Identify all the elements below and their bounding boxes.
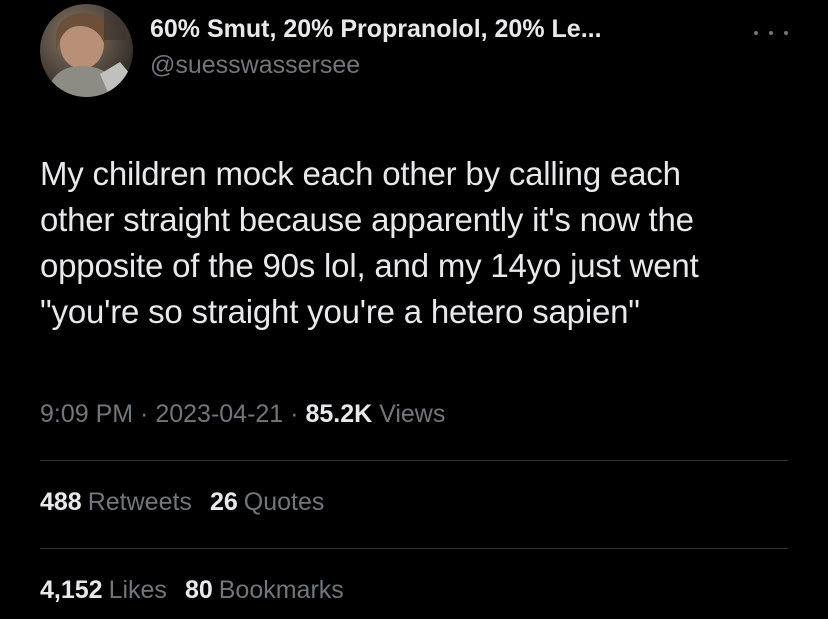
retweets-count: 488 [40,488,82,516]
tweet-text: My children mock each other by calling e… [40,155,699,330]
dot [769,31,773,35]
views-count: 85.2K [305,400,373,428]
meta-separator: · [283,400,306,428]
quotes-stat[interactable]: 26 Quotes [210,484,324,520]
author-handle[interactable]: @suesswassersee [150,48,740,82]
avatar-image [46,10,130,97]
quotes-count: 26 [209,488,238,516]
retweets-label: Retweets [87,488,192,516]
likes-count: 4,152 [40,576,103,604]
avatar[interactable] [40,4,133,97]
author-display-name[interactable]: 60% Smut, 20% Propranolol, 20% Le... [150,12,740,46]
tweet-author: 60% Smut, 20% Propranolol, 20% Le... @su… [150,12,740,82]
divider [40,548,788,549]
bookmarks-label: Bookmarks [218,576,344,604]
tweet-meta: 9:09 PM · 2023-04-21 · 85.2K Views [40,396,445,432]
more-options-icon[interactable] [754,26,788,40]
quotes-label: Quotes [243,488,325,516]
dot [754,31,758,35]
bookmarks-stat[interactable]: 80 Bookmarks [185,572,344,608]
meta-separator: · [133,400,156,428]
likes-stat[interactable]: 4,152 Likes [40,572,167,608]
dot [784,31,788,35]
views-label: Views [372,400,446,428]
tweet: 60% Smut, 20% Propranolol, 20% Le... @su… [0,0,828,619]
likes-label: Likes [108,576,167,604]
tweet-time[interactable]: 9:09 PM [40,400,133,428]
bookmarks-count: 80 [184,576,213,604]
divider [40,460,788,461]
tweet-date[interactable]: 2023-04-21 [155,400,283,428]
stats-row-engagement: 4,152 Likes 80 Bookmarks [40,572,362,608]
stats-row-shares: 488 Retweets 26 Quotes [40,484,342,520]
retweets-stat[interactable]: 488 Retweets [40,484,192,520]
